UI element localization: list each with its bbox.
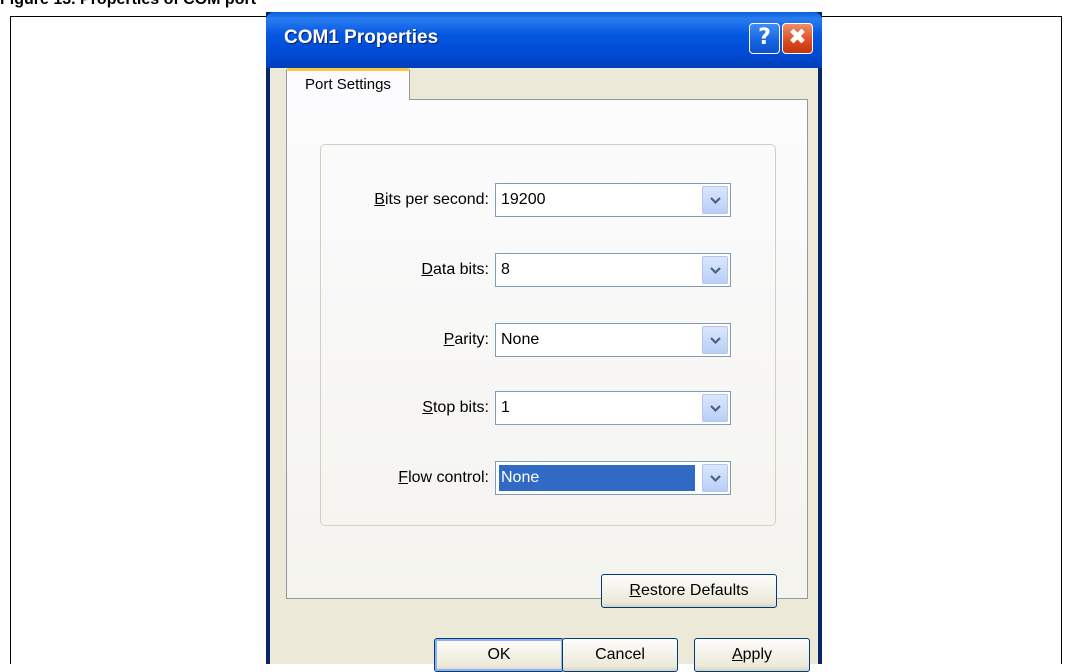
chevron-down-icon[interactable] — [702, 186, 728, 214]
bits-per-second-label: Bits per second: — [374, 191, 489, 208]
apply-button[interactable]: Apply — [694, 638, 810, 672]
com-properties-dialog: COM1 Properties ? ✖ Port Settings Bits p… — [266, 12, 822, 672]
field-row-parity: Parity: None — [321, 323, 777, 357]
restore-defaults-button[interactable]: Restore Defaults — [601, 574, 777, 608]
data-bits-label: Data bits: — [421, 261, 489, 278]
dialog-client-area: Port Settings Bits per second: 19200 Dat… — [270, 68, 818, 672]
chevron-down-icon[interactable] — [702, 326, 728, 354]
stop-bits-select[interactable]: 1 — [495, 391, 731, 425]
tab-panel: Bits per second: 19200 Data bits: 8 Pari… — [286, 99, 808, 608]
field-row-data-bits: Data bits: 8 — [321, 253, 777, 287]
data-bits-select[interactable]: 8 — [495, 253, 731, 287]
flow-control-select[interactable]: None — [495, 461, 731, 495]
field-row-stop-bits: Stop bits: 1 — [321, 391, 777, 425]
stop-bits-label: Stop bits: — [422, 399, 489, 416]
close-icon[interactable]: ✖ — [782, 23, 813, 54]
help-icon[interactable]: ? — [749, 23, 780, 54]
stop-bits-value: 1 — [501, 399, 510, 416]
chevron-down-icon[interactable] — [702, 464, 728, 492]
parity-value: None — [501, 331, 540, 348]
flow-control-value: None — [499, 465, 695, 491]
parity-label: Parity: — [443, 331, 489, 348]
port-settings-group: Bits per second: 19200 Data bits: 8 Pari… — [320, 144, 776, 526]
cancel-button[interactable]: Cancel — [562, 638, 678, 672]
field-row-bits-per-second: Bits per second: 19200 — [321, 183, 777, 217]
title-bar[interactable]: COM1 Properties ? ✖ — [266, 12, 822, 68]
bits-per-second-value: 19200 — [501, 191, 546, 208]
dialog-title: COM1 Properties — [284, 27, 439, 48]
flow-control-label: Flow control: — [398, 469, 489, 486]
parity-select[interactable]: None — [495, 323, 731, 357]
field-row-flow-control: Flow control: None — [321, 461, 777, 495]
ok-button[interactable]: OK — [434, 638, 564, 672]
bits-per-second-select[interactable]: 19200 — [495, 183, 731, 217]
chevron-down-icon[interactable] — [702, 394, 728, 422]
figure-caption: Figure 13. Properties of COM port — [0, 0, 256, 9]
data-bits-value: 8 — [501, 261, 510, 278]
tab-port-settings[interactable]: Port Settings — [286, 68, 410, 100]
chevron-down-icon[interactable] — [702, 256, 728, 284]
